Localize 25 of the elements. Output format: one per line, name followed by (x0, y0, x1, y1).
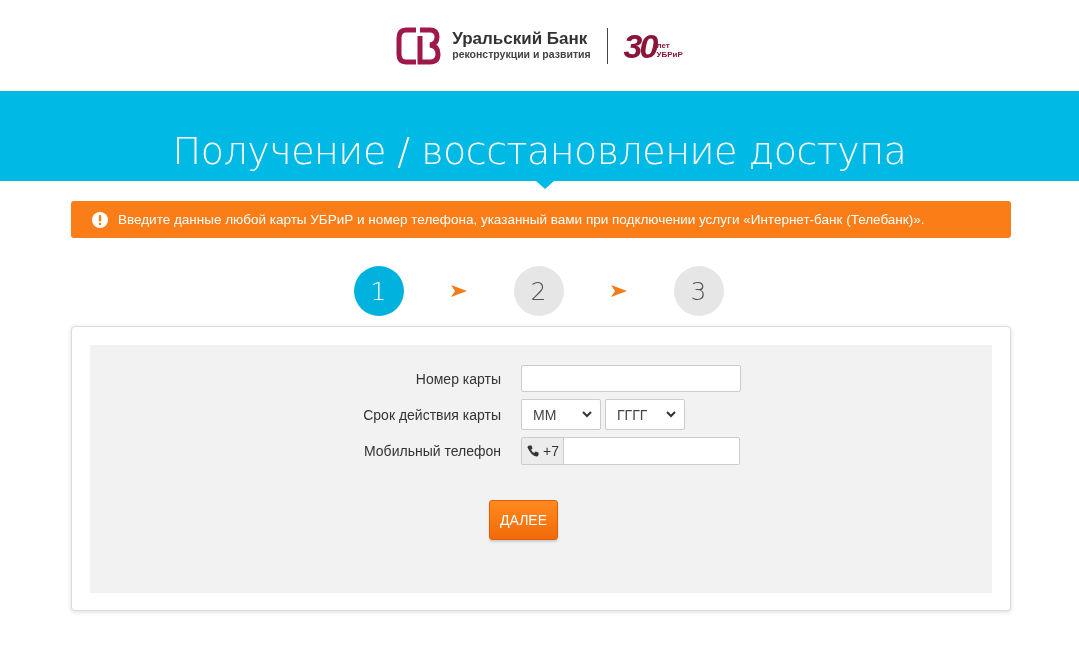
phone-field[interactable]: +7 (521, 437, 740, 465)
chevron-icon (666, 411, 676, 418)
warning-icon (92, 211, 108, 228)
anniversary-unit: лет (656, 41, 671, 50)
step-indicator: 1 (353, 266, 404, 316)
chevron-icon (582, 411, 592, 418)
anniversary-brand: УБРиР (656, 50, 683, 60)
bank-tagline: реконструкции и развития (452, 49, 591, 61)
phone-icon (527, 445, 539, 457)
arrow-icon (450, 284, 467, 298)
card-number-field[interactable] (521, 365, 741, 392)
arrow-icon (610, 284, 627, 298)
page-title: Получение / восстановление доступа (171, 129, 908, 173)
anniversary-number: 30 (623, 28, 656, 63)
dropdown[interactable]: ММ (521, 399, 601, 430)
dropdown[interactable]: ГГГГ (605, 399, 685, 430)
step-indicator: 2 (513, 266, 564, 316)
alert-message: Введите данные любой карты УБРиР и номер телефона, указанный вами при подключении услуги «Интернет-банк (Телебанк)». (118, 212, 925, 227)
bank-name: Уральский Банк (452, 30, 589, 50)
field-label: Срок действия карты (362, 406, 501, 423)
step-indicator: 3 (673, 266, 724, 316)
bank-logo-icon (396, 25, 443, 66)
phone-prefix: +7 (543, 443, 559, 459)
field-label: Номер карты (414, 370, 501, 387)
field-label: Мобильный телефон (363, 443, 501, 459)
